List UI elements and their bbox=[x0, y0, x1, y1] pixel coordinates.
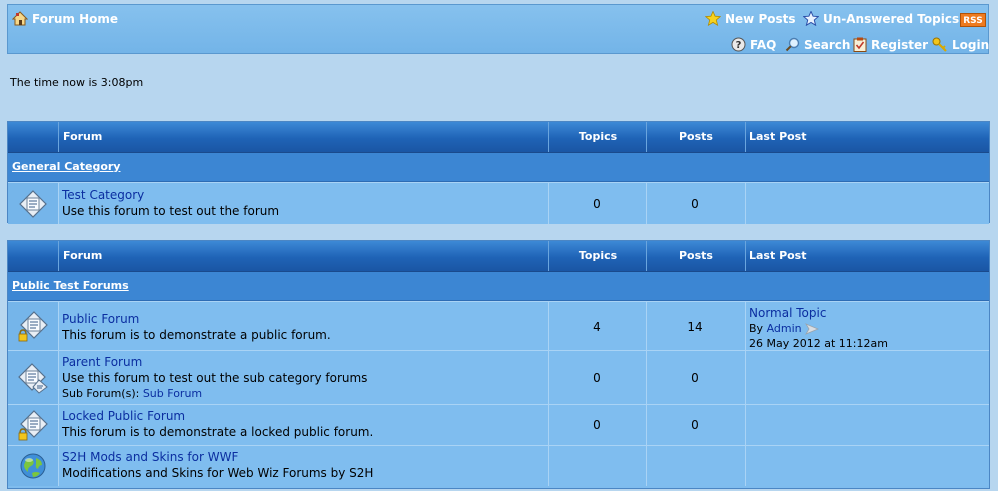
topics-count: 0 bbox=[593, 418, 601, 432]
header-forum: Forum bbox=[58, 122, 552, 152]
forum-lock-icon bbox=[8, 405, 58, 445]
star-icon bbox=[705, 11, 721, 26]
search-icon bbox=[785, 37, 800, 52]
unanswered-topics-label: Un-Answered Topics bbox=[823, 11, 960, 26]
login-link[interactable]: Login bbox=[932, 37, 989, 52]
forum-description: This forum is to demonstrate a public fo… bbox=[62, 328, 331, 342]
new-posts-label: New Posts bbox=[725, 11, 796, 26]
forum-title-link[interactable]: Locked Public Forum bbox=[62, 409, 185, 423]
sub-forums-line: Sub Forum(s): Sub Forum bbox=[62, 387, 202, 400]
forum-home-label: Forum Home bbox=[32, 11, 119, 26]
posts-count: 0 bbox=[691, 418, 699, 432]
forum-row: S2H Mods and Skins for WWF Modifications… bbox=[8, 445, 989, 486]
header-topics: Topics bbox=[548, 241, 647, 271]
last-post-by-label: By bbox=[749, 322, 764, 335]
last-post-topic-link[interactable]: Normal Topic bbox=[749, 306, 826, 320]
svg-text:?: ? bbox=[736, 40, 742, 51]
forum-table-general: Forum Topics Posts Last Post General Cat… bbox=[7, 121, 990, 224]
forum-title-link[interactable]: S2H Mods and Skins for WWF bbox=[62, 450, 238, 464]
forum-row: Test Category Use this forum to test out… bbox=[8, 182, 989, 224]
header-last-post: Last Post bbox=[745, 122, 989, 152]
forum-table-public: Forum Topics Posts Last Post Public Test… bbox=[7, 240, 990, 489]
posts-count: 0 bbox=[691, 197, 699, 211]
posts-count: 14 bbox=[687, 320, 703, 334]
category-link-general[interactable]: General Category bbox=[12, 160, 120, 173]
table-header: Forum Topics Posts Last Post bbox=[8, 122, 989, 153]
forum-row: Locked Public Forum This forum is to dem… bbox=[8, 404, 989, 445]
login-label: Login bbox=[952, 37, 990, 52]
forum-description: Use this forum to test out the forum bbox=[62, 204, 280, 218]
forum-row: Public Forum This forum is to demonstrat… bbox=[8, 301, 989, 350]
forum-description: Use this forum to test out the sub categ… bbox=[62, 371, 368, 385]
last-post-author: By Admin bbox=[749, 322, 819, 335]
forum-title-link[interactable]: Parent Forum bbox=[62, 355, 142, 369]
star-outline-icon bbox=[803, 11, 819, 26]
header-forum: Forum bbox=[58, 241, 552, 271]
header-topics: Topics bbox=[548, 122, 647, 152]
header-last-post: Last Post bbox=[745, 241, 989, 271]
table-header: Forum Topics Posts Last Post bbox=[8, 241, 989, 272]
top-navigation-bar: Forum Home New Posts Un-Answered Topics … bbox=[7, 4, 989, 54]
help-icon: ? bbox=[731, 37, 746, 52]
forum-description: This forum is to demonstrate a locked pu… bbox=[62, 425, 374, 439]
forum-sub-icon bbox=[8, 351, 58, 404]
register-label: Register bbox=[871, 37, 929, 52]
category-link-public[interactable]: Public Test Forums bbox=[12, 279, 129, 292]
forum-row: Parent Forum Use this forum to test out … bbox=[8, 350, 989, 404]
home-icon bbox=[12, 11, 28, 26]
search-label: Search bbox=[804, 37, 851, 52]
topics-count: 0 bbox=[593, 197, 601, 211]
category-row: General Category bbox=[8, 153, 989, 182]
faq-label: FAQ bbox=[750, 37, 777, 52]
go-to-post-arrow-icon[interactable] bbox=[804, 322, 819, 335]
sub-forum-link[interactable]: Sub Forum bbox=[143, 387, 202, 400]
forum-home-link[interactable]: Forum Home bbox=[12, 11, 118, 26]
sub-forums-label: Sub Forum(s): bbox=[62, 387, 140, 400]
current-time-text: The time now is 3:08pm bbox=[10, 76, 144, 89]
globe-icon bbox=[8, 446, 58, 486]
key-icon bbox=[932, 37, 947, 52]
faq-link[interactable]: ? FAQ bbox=[731, 37, 776, 52]
rss-button[interactable]: RSS bbox=[960, 13, 986, 27]
search-link[interactable]: Search bbox=[785, 37, 850, 52]
last-post-date: 26 May 2012 at 11:12am bbox=[749, 337, 888, 350]
forum-title-link[interactable]: Test Category bbox=[62, 188, 144, 202]
header-posts: Posts bbox=[646, 241, 745, 271]
forum-icon bbox=[8, 183, 58, 224]
register-link[interactable]: Register bbox=[853, 37, 928, 52]
posts-count: 0 bbox=[691, 371, 699, 385]
category-row: Public Test Forums bbox=[8, 272, 989, 301]
forum-lock-icon bbox=[8, 302, 58, 350]
new-posts-link[interactable]: New Posts bbox=[705, 11, 796, 26]
forum-title-link[interactable]: Public Forum bbox=[62, 312, 139, 326]
clipboard-icon bbox=[853, 37, 867, 52]
header-posts: Posts bbox=[646, 122, 745, 152]
topics-count: 0 bbox=[593, 371, 601, 385]
last-post-author-link[interactable]: Admin bbox=[767, 322, 802, 335]
topics-count: 4 bbox=[593, 320, 601, 334]
forum-description: Modifications and Skins for Web Wiz Foru… bbox=[62, 466, 374, 480]
unanswered-topics-link[interactable]: Un-Answered Topics bbox=[803, 11, 959, 26]
